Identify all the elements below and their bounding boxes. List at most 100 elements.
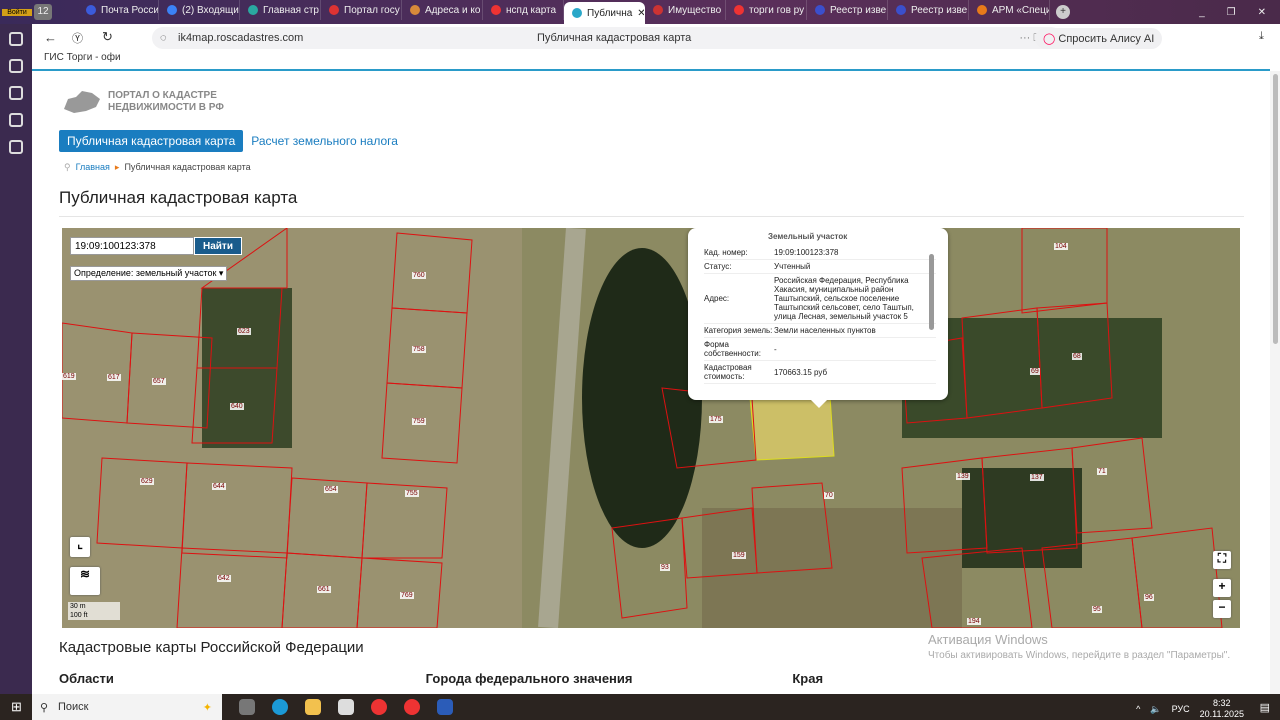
popup-value: Российская Федерация, Республика Хакасия… [774,276,914,321]
parcel-label[interactable]: 95 [1092,606,1102,613]
popup-row: Кад. номер: 19:09:100123:378 [704,246,936,260]
parcel-label[interactable]: 760 [412,272,426,279]
system-tray: ^ 🔈 РУС 8:32 20.11.2025 [1136,698,1244,720]
collections-icon[interactable] [9,59,23,73]
volume-icon[interactable]: 🔈 [1150,704,1161,715]
browser-tab[interactable]: Главная стр [240,0,321,20]
browser-tab[interactable]: Реестр изве [888,0,969,20]
new-tab-button[interactable]: + [1056,5,1070,19]
parcel-label[interactable]: 629 [140,478,154,485]
find-button[interactable]: Найти [194,237,242,255]
page-scrollbar[interactable] [1270,71,1280,694]
yandex-browser-active-icon[interactable] [404,699,420,715]
close-icon[interactable]: ✕ [1258,7,1266,18]
nav-land-tax[interactable]: Расчет земельного налога [251,134,398,148]
cadastral-map[interactable]: 760 758 759 623 617 657 619 640 629 644 654 755 642 6… [62,228,1240,628]
parcel-label[interactable]: 769 [400,592,414,599]
browser-tab[interactable]: Портал госу [321,0,402,20]
browser-tab[interactable]: нспд карта [483,0,564,20]
parcel-label[interactable]: 159 [732,552,746,559]
back-icon[interactable]: ← [44,30,57,45]
parcel-label[interactable]: 96 [1144,594,1154,601]
yandex-icon[interactable]: Ⓨ [72,30,83,46]
browser-tab[interactable]: Публична ✕ [564,2,645,24]
edge-icon[interactable] [272,699,288,715]
explorer-icon[interactable] [305,699,321,715]
popup-scrollbar[interactable] [929,254,934,330]
definition-select[interactable]: Определение: земельный участок ▾ [70,266,228,281]
browser-tab[interactable]: торги гов ру [726,0,807,20]
chevron-up-icon[interactable]: ^ [1136,704,1140,714]
parcel-label[interactable]: 617 [107,374,121,381]
measure-icon[interactable]: ⌞ [70,537,90,557]
screenshot-icon[interactable] [9,140,23,154]
bookmark-gis-torgi[interactable]: ГИС Торги - офи [44,52,121,63]
minimize-icon[interactable]: _ [1199,7,1205,18]
search-icon: ⚲ [40,701,49,714]
restore-icon[interactable]: ❐ [1227,7,1236,18]
tab-count-button[interactable]: 12 [34,4,52,20]
parcel-label[interactable]: 759 [412,418,426,425]
zoom-out-button[interactable]: − [1213,600,1231,618]
task-view-icon[interactable] [239,699,255,715]
parcel-label[interactable]: 654 [324,486,338,493]
parcel-label[interactable]: 104 [1054,243,1068,250]
parcel-label[interactable]: 68 [1072,353,1082,360]
browser-tab[interactable]: АРМ «Специ [969,0,1050,20]
parcel-label[interactable]: 661 [317,586,331,593]
parcel-label[interactable]: 619 [62,373,76,380]
login-button[interactable]: Войти [2,8,32,16]
breadcrumb-home[interactable]: Главная [76,162,110,172]
layers-icon[interactable]: ≋ [70,567,100,595]
yandex-browser-icon[interactable] [371,699,387,715]
browser-tab[interactable]: Адреса и ко [402,0,483,20]
browser-tab[interactable]: Имущество [645,0,726,20]
parcel-label[interactable]: 69 [1030,368,1040,375]
clock[interactable]: 8:32 20.11.2025 [1200,698,1244,720]
parcel-label[interactable]: 71 [1097,468,1107,475]
popup-key: Статус: [704,262,732,271]
zoom-in-button[interactable]: + [1213,579,1231,597]
col-regions[interactable]: Области [59,671,426,686]
satellite-imagery [62,228,1240,628]
tabs-12-icon[interactable] [9,113,23,127]
col-krai[interactable]: Края [792,671,1159,686]
cadastral-number-input[interactable] [70,237,194,255]
parcel-label[interactable]: 93 [660,564,670,571]
video-icon[interactable] [9,86,23,100]
bookmarks-bar: ГИС Торги - офи [32,52,1280,69]
close-tab-icon[interactable]: ✕ [637,8,644,19]
taskbar-search[interactable]: ⚲ Поиск ✦ [32,694,222,720]
language-indicator[interactable]: РУС [1172,704,1190,714]
start-icon[interactable]: ⊞ [11,699,22,715]
store-icon[interactable] [338,699,354,715]
fullscreen-icon[interactable]: ⛶ [1213,551,1231,569]
nav-cadastral-map[interactable]: Публичная кадастровая карта [59,130,244,152]
parcel-label[interactable]: 755 [405,490,419,497]
parcel-label[interactable]: 758 [412,346,426,353]
col-federal-cities[interactable]: Города федерального значения [426,671,793,686]
word-icon[interactable] [437,699,453,715]
notifications-icon[interactable]: ▤ [1260,701,1270,714]
popup-row: Категория земель: Земли населенных пункто… [704,324,936,338]
parcel-label[interactable]: 70 [824,492,834,499]
downloads-icon[interactable]: ⤓ [1259,30,1264,43]
parcel-label[interactable]: 175 [709,416,723,423]
parcel-label[interactable]: 642 [217,575,231,582]
parcel-label[interactable]: 640 [230,403,244,410]
parcel-label[interactable]: 194 [967,618,981,625]
page-content: ПОРТАЛ О КАДАСТРЕ НЕДВИЖИМОСТИ В РФ Публи… [32,71,1270,694]
browser-tab[interactable]: (2) Входящи [159,0,240,20]
ask-alice-button[interactable]: ◯ Спросить Алису AI [1035,28,1163,49]
address-bar: ← Ⓨ ↻ ◌ ik4map.roscadastres.com ··· ⎕ Пу… [32,24,1280,52]
history-icon[interactable] [9,32,23,46]
parcel-label[interactable]: 623 [237,328,251,335]
parcel-label[interactable]: 657 [152,378,166,385]
parcel-label[interactable]: 139 [956,473,970,480]
browser-tab[interactable]: Почта Росси [78,0,159,20]
browser-tab[interactable]: Реестр изве [807,0,888,20]
site-logo[interactable]: ПОРТАЛ О КАДАСТРЕ НЕДВИЖИМОСТИ В РФ [62,89,224,115]
reload-icon[interactable]: ↻ [102,29,113,45]
parcel-label[interactable]: 644 [212,483,226,490]
parcel-label[interactable]: 137 [1030,474,1044,481]
